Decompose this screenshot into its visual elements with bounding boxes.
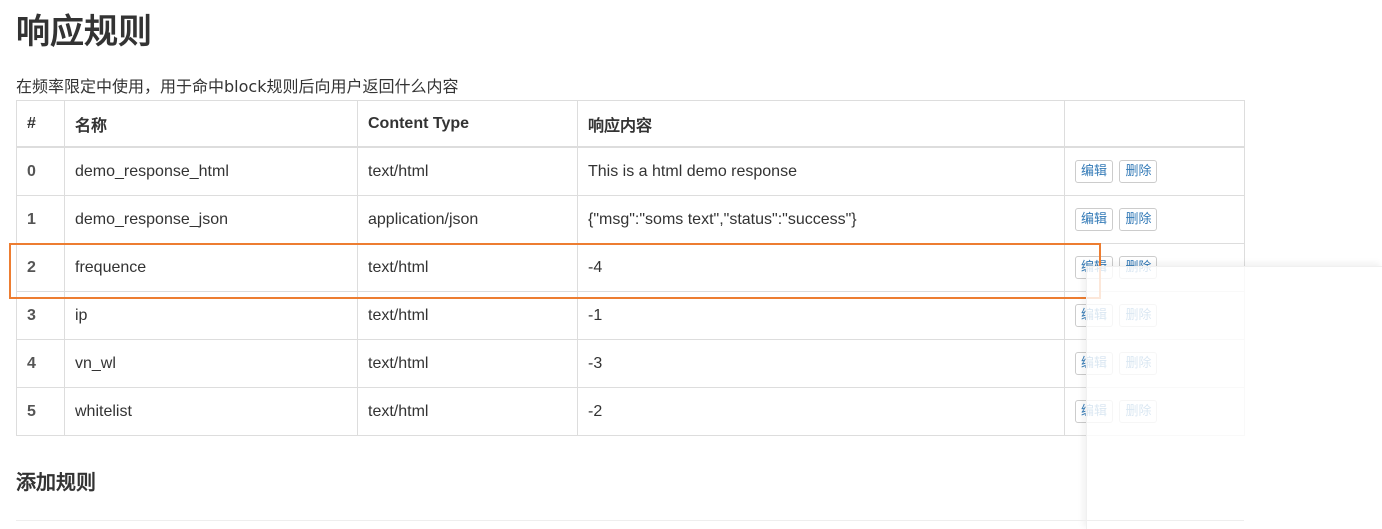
page-description: 在频率限定中使用，用于命中block规则后向用户返回什么内容 <box>16 77 459 96</box>
header-response-content: 响应内容 <box>577 100 1065 148</box>
row-actions: 编辑 删除 <box>1064 195 1245 244</box>
table-row: 3 ip text/html -1 编辑 删除 <box>16 291 1245 340</box>
row-name: vn_wl <box>64 339 358 388</box>
edit-button[interactable]: 编辑 <box>1075 207 1114 232</box>
row-content-type: text/html <box>357 339 578 388</box>
row-content: {"msg":"soms text","status":"success"} <box>577 195 1065 244</box>
table-row: 1 demo_response_json application/json {"… <box>16 195 1245 244</box>
row-content: -1 <box>577 291 1065 340</box>
table-header-row: # 名称 Content Type 响应内容 <box>16 100 1245 148</box>
row-index: 5 <box>16 387 65 436</box>
header-index: # <box>16 100 65 148</box>
row-index: 4 <box>16 339 65 388</box>
row-content-type: text/html <box>357 291 578 340</box>
header-content-type: Content Type <box>357 100 578 148</box>
page-title: 响应规则 <box>16 12 152 52</box>
table-row: 2 frequence text/html -4 编辑 删除 <box>16 243 1245 292</box>
table-row: 5 whitelist text/html -2 编辑 删除 <box>16 387 1245 436</box>
header-actions <box>1064 100 1245 148</box>
row-name: demo_response_html <box>64 146 358 196</box>
row-index: 0 <box>16 146 65 196</box>
row-content: -4 <box>577 243 1065 292</box>
table-row: 4 vn_wl text/html -3 编辑 删除 <box>16 339 1245 388</box>
header-name: 名称 <box>64 100 358 148</box>
row-content: -3 <box>577 339 1065 388</box>
row-content-type: application/json <box>357 195 578 244</box>
row-content-type: text/html <box>357 387 578 436</box>
delete-button[interactable]: 删除 <box>1119 207 1158 232</box>
add-rule-title: 添加规则 <box>16 470 96 494</box>
edit-button[interactable]: 编辑 <box>1075 159 1114 184</box>
divider <box>16 520 1244 521</box>
row-index: 1 <box>16 195 65 244</box>
row-name: frequence <box>64 243 358 292</box>
page: 响应规则 在频率限定中使用，用于命中block规则后向用户返回什么内容 # 名称… <box>0 0 1382 529</box>
row-name: demo_response_json <box>64 195 358 244</box>
row-name: whitelist <box>64 387 358 436</box>
row-content-type: text/html <box>357 243 578 292</box>
row-content-type: text/html <box>357 146 578 196</box>
row-name: ip <box>64 291 358 340</box>
overlay-panel <box>1086 266 1382 529</box>
row-content: This is a html demo response <box>577 146 1065 196</box>
row-index: 3 <box>16 291 65 340</box>
delete-button[interactable]: 删除 <box>1119 159 1158 184</box>
row-content: -2 <box>577 387 1065 436</box>
row-index: 2 <box>16 243 65 292</box>
rules-table: # 名称 Content Type 响应内容 0 demo_response_h… <box>16 100 1245 436</box>
row-actions: 编辑 删除 <box>1064 146 1245 196</box>
table-row: 0 demo_response_html text/html This is a… <box>16 146 1245 196</box>
